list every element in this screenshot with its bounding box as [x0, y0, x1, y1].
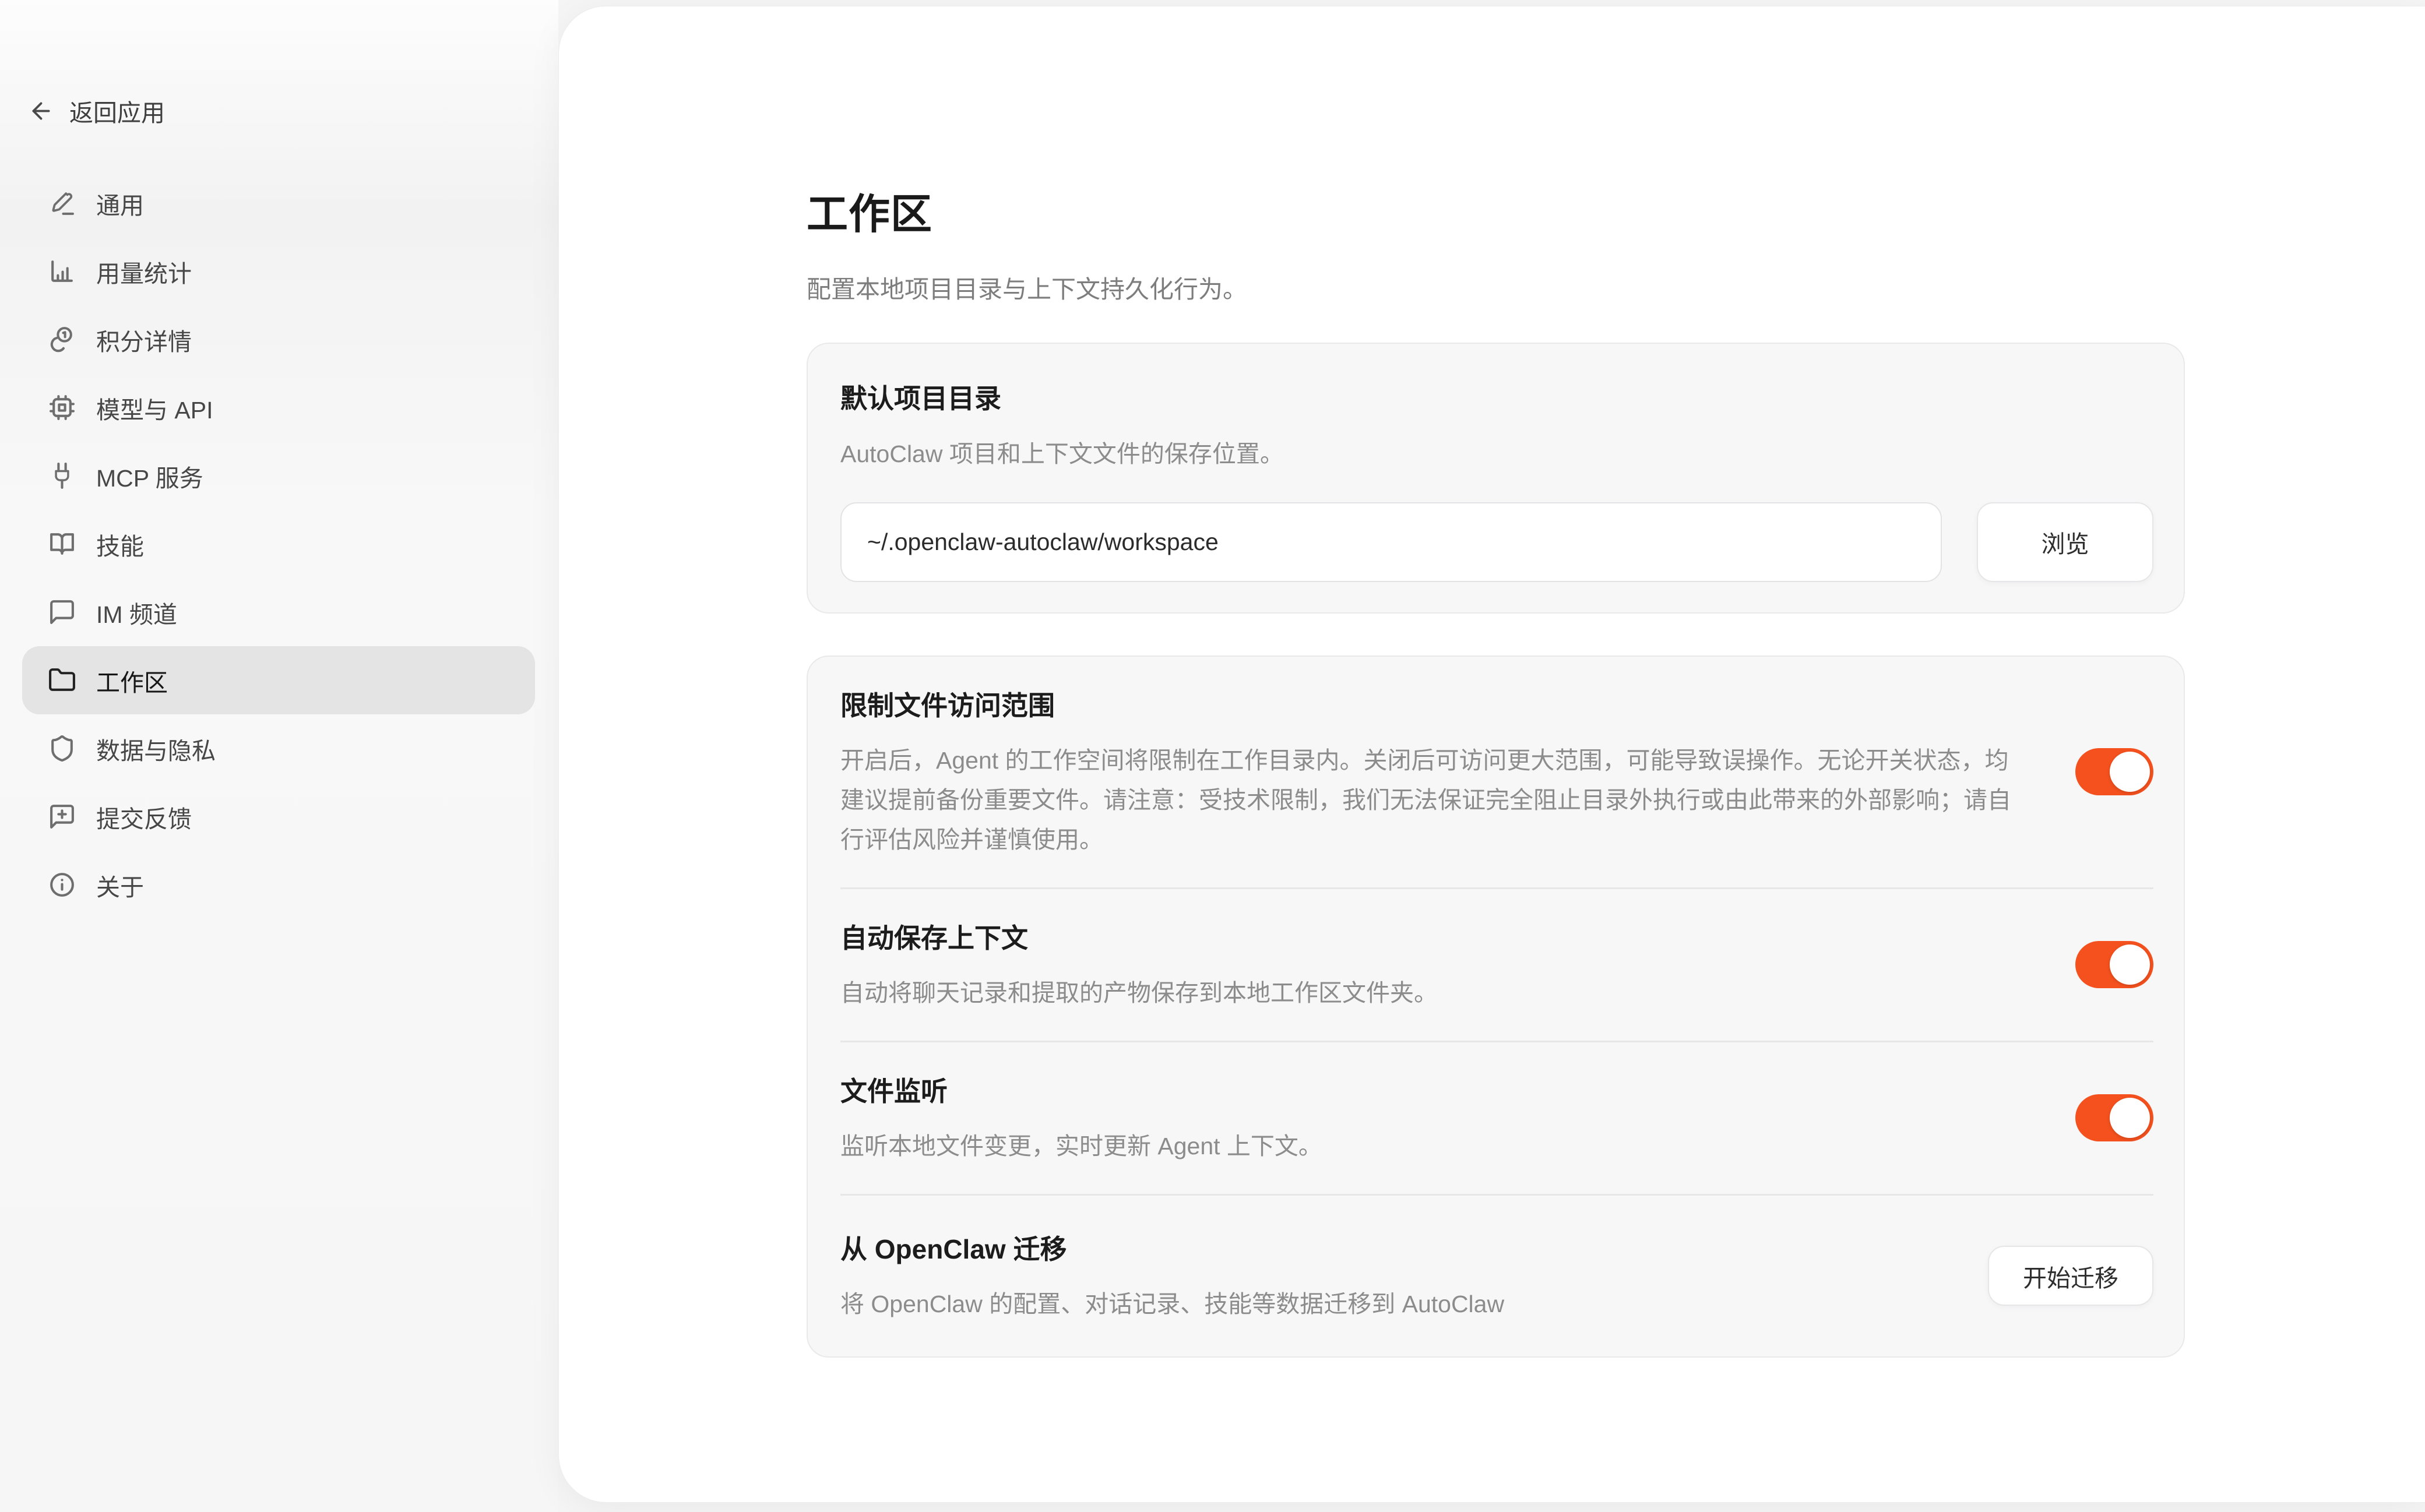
folder-icon	[48, 666, 76, 695]
sidebar-item-mcp-services[interactable]: MCP 服务	[22, 442, 535, 510]
back-to-app-link[interactable]: 返回应用	[28, 89, 165, 133]
sidebar-item-label: 数据与隐私	[96, 731, 216, 766]
sidebar-item-about[interactable]: 关于	[22, 851, 535, 919]
sidebar-item-credits[interactable]: 积分详情	[22, 305, 535, 373]
shield-icon	[48, 734, 76, 763]
file-watch-text: 文件监听 监听本地文件变更，实时更新 Agent 上下文。	[840, 1070, 2029, 1166]
migrate-from-openclaw-description: 将 OpenClaw 的配置、对话记录、技能等数据迁移到 AutoClaw	[840, 1284, 1941, 1324]
sidebar-item-label: 积分详情	[96, 322, 192, 357]
sidebar-item-workspace[interactable]: 工作区	[22, 646, 535, 714]
file-watch-toggle[interactable]	[2075, 1094, 2153, 1141]
start-migration-button[interactable]: 开始迁移	[1988, 1246, 2153, 1306]
settings-window: 返回应用 通用 用量统计 积分详情	[0, 0, 2425, 1512]
restrict-file-access-title: 限制文件访问范围	[840, 685, 2029, 723]
sidebar-item-label: MCP 服务	[96, 459, 203, 494]
file-watch-title: 文件监听	[840, 1070, 2029, 1109]
page-title: 工作区	[807, 181, 2185, 241]
auto-save-context-description: 自动将聊天记录和提取的产物保存到本地工作区文件夹。	[840, 973, 2029, 1013]
migrate-from-openclaw-title: 从 OpenClaw 迁移	[840, 1228, 1941, 1267]
browse-button[interactable]: 浏览	[1977, 502, 2153, 582]
auto-save-context-row: 自动保存上下文 自动将聊天记录和提取的产物保存到本地工作区文件夹。	[840, 889, 2153, 1042]
feedback-icon	[48, 802, 76, 831]
default-directory-title: 默认项目目录	[840, 378, 2153, 416]
sidebar-item-general[interactable]: 通用	[22, 169, 535, 237]
arrow-left-icon	[28, 98, 54, 124]
migrate-from-openclaw-text: 从 OpenClaw 迁移 将 OpenClaw 的配置、对话记录、技能等数据迁…	[840, 1228, 1941, 1324]
sidebar-item-label: 用量统计	[96, 254, 192, 289]
back-link-label: 返回应用	[69, 93, 165, 128]
page-subtitle: 配置本地项目目录与上下文持久化行为。	[807, 270, 2185, 305]
toggle-thumb	[2110, 1098, 2150, 1138]
settings-sidebar: 返回应用 通用 用量统计 积分详情	[0, 0, 558, 1512]
sidebar-item-label: 关于	[96, 868, 144, 903]
sidebar-item-data-privacy[interactable]: 数据与隐私	[22, 714, 535, 783]
plug-icon	[48, 461, 76, 490]
auto-save-context-toggle[interactable]	[2075, 941, 2153, 988]
sidebar-item-label: IM 频道	[96, 595, 177, 630]
migrate-from-openclaw-row: 从 OpenClaw 迁移 将 OpenClaw 的配置、对话记录、技能等数据迁…	[840, 1196, 2153, 1356]
restrict-file-access-text: 限制文件访问范围 开启后，Agent 的工作空间将限制在工作目录内。关闭后可访问…	[840, 685, 2029, 859]
file-watch-description: 监听本地文件变更，实时更新 Agent 上下文。	[840, 1126, 2029, 1166]
auto-save-context-title: 自动保存上下文	[840, 917, 2029, 956]
directory-path-row: 浏览	[840, 502, 2153, 582]
sidebar-item-skills[interactable]: 技能	[22, 510, 535, 578]
workspace-settings-panel: 工作区 配置本地项目目录与上下文持久化行为。 默认项目目录 AutoClaw 项…	[558, 6, 2425, 1503]
sidebar-item-label: 模型与 API	[96, 390, 213, 425]
toggle-thumb	[2110, 944, 2150, 985]
sidebar-nav: 通用 用量统计 积分详情 模型与 API	[0, 169, 558, 919]
pencil-icon	[48, 189, 76, 217]
coins-icon	[48, 325, 76, 354]
chat-bubble-icon	[48, 598, 76, 626]
sidebar-item-im-channels[interactable]: IM 频道	[22, 578, 535, 646]
sidebar-item-usage-stats[interactable]: 用量统计	[22, 237, 535, 305]
file-watch-row: 文件监听 监听本地文件变更，实时更新 Agent 上下文。	[840, 1042, 2153, 1196]
sidebar-item-models-api[interactable]: 模型与 API	[22, 373, 535, 442]
restrict-file-access-row: 限制文件访问范围 开启后，Agent 的工作空间将限制在工作目录内。关闭后可访问…	[840, 657, 2153, 889]
sidebar-item-label: 工作区	[96, 663, 168, 698]
book-open-icon	[48, 530, 76, 558]
cpu-icon	[48, 393, 76, 422]
sidebar-item-label: 通用	[96, 186, 144, 221]
default-directory-description: AutoClaw 项目和上下文文件的保存位置。	[840, 436, 2153, 473]
restrict-file-access-toggle[interactable]	[2075, 748, 2153, 795]
sidebar-item-feedback[interactable]: 提交反馈	[22, 783, 535, 851]
info-icon	[48, 870, 76, 899]
bar-chart-icon	[48, 257, 76, 286]
toggle-thumb	[2110, 752, 2150, 792]
auto-save-context-text: 自动保存上下文 自动将聊天记录和提取的产物保存到本地工作区文件夹。	[840, 917, 2029, 1013]
sidebar-item-label: 技能	[96, 527, 144, 562]
sidebar-item-label: 提交反馈	[96, 799, 192, 834]
default-directory-card: 默认项目目录 AutoClaw 项目和上下文文件的保存位置。 浏览	[807, 343, 2185, 614]
workspace-options-card: 限制文件访问范围 开启后，Agent 的工作空间将限制在工作目录内。关闭后可访问…	[807, 655, 2185, 1358]
workspace-path-input[interactable]	[840, 502, 1942, 582]
restrict-file-access-description: 开启后，Agent 的工作空间将限制在工作目录内。关闭后可访问更大范围，可能导致…	[840, 741, 2029, 859]
